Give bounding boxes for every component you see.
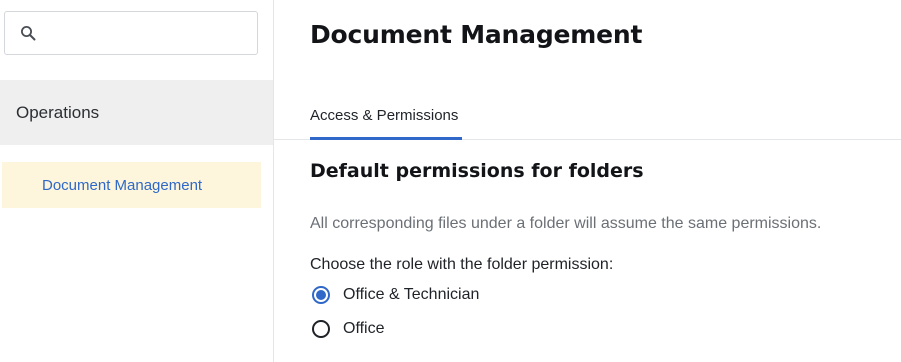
radio-option-office-technician[interactable]: Office & Technician (312, 286, 479, 304)
radio-option-office[interactable]: Office (312, 320, 385, 338)
radio-label: Office (343, 320, 385, 337)
search-icon (19, 24, 37, 42)
app-window: Operations Document Management Document … (0, 0, 901, 362)
sidebar-item-label: Document Management (42, 176, 203, 194)
sidebar-section-operations[interactable]: Operations (0, 80, 273, 145)
tab-bar: Access & Permissions (274, 94, 901, 140)
radio-button-checked[interactable] (312, 286, 330, 304)
role-question-label: Choose the role with the folder permissi… (310, 256, 614, 273)
radio-dot (316, 290, 326, 300)
active-tab-indicator (310, 137, 462, 140)
search-input[interactable] (45, 12, 251, 54)
sidebar-item-document-management[interactable]: Document Management (2, 162, 261, 208)
tab-access-permissions[interactable]: Access & Permissions (310, 94, 458, 140)
search-box[interactable] (4, 11, 258, 55)
sidebar-section-label: Operations (16, 102, 100, 122)
tab-label: Access & Permissions (310, 107, 459, 124)
radio-button-unchecked[interactable] (312, 320, 330, 338)
sidebar: Operations Document Management (0, 0, 274, 362)
main-content: Document Management Access & Permissions… (274, 0, 901, 362)
page-title: Document Management (310, 20, 643, 49)
section-heading: Default permissions for folders (310, 160, 644, 182)
section-description: All corresponding files under a folder w… (310, 215, 822, 232)
radio-label: Office & Technician (343, 286, 480, 303)
